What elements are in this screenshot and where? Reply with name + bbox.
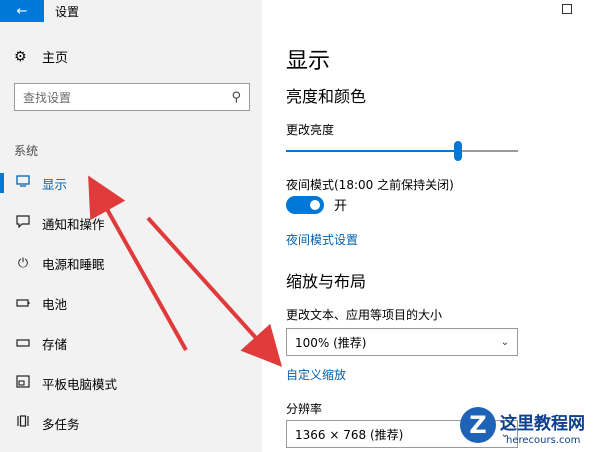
brightness-label: 更改亮度 <box>286 123 335 137</box>
search-input[interactable]: 查找设置 ⚲ <box>14 83 250 111</box>
message-icon <box>14 214 32 232</box>
sidebar-item-power[interactable]: ⏻ 电源和睡眠 <box>0 243 262 283</box>
sidebar-item-storage[interactable]: 存储 <box>0 323 262 363</box>
settings-sidebar: ← 设置 ⚙ 主页 查找设置 ⚲ 系统 显示 通知和操作 ⏻ 电源和睡眠 电池 … <box>0 0 262 452</box>
night-mode-settings-link[interactable]: 夜间模式设置 <box>286 231 358 248</box>
resolution-value: 1366 × 768 (推荐) <box>295 427 404 442</box>
multitask-icon <box>14 415 32 431</box>
sidebar-item-label: 平板电脑模式 <box>42 376 118 392</box>
slider-thumb[interactable] <box>453 141 462 161</box>
gear-icon: ⚙ <box>14 48 27 65</box>
back-button[interactable]: ← <box>0 0 44 22</box>
page-title: 显示 <box>286 49 331 74</box>
watermark-brand: 这里教程网 <box>500 414 585 434</box>
watermark-url: herecours.com <box>506 435 581 446</box>
sidebar-item-label: 电源和睡眠 <box>42 256 105 272</box>
slider-fill <box>286 150 458 152</box>
night-mode-label: 夜间模式(18:00 之前保持关闭) <box>286 178 454 192</box>
maximize-button[interactable] <box>562 3 572 17</box>
tablet-mode-icon <box>14 374 32 392</box>
scale-value: 100% (推荐) <box>295 335 367 350</box>
sidebar-item-label: 电池 <box>42 296 68 312</box>
window-title: 设置 <box>55 5 80 19</box>
sidebar-item-multitasking[interactable]: 多任务 <box>0 403 262 443</box>
section-heading-scale: 缩放与布局 <box>286 272 367 291</box>
home-link[interactable]: ⚙ 主页 <box>14 47 69 67</box>
home-label: 主页 <box>42 51 69 66</box>
sidebar-item-notifications[interactable]: 通知和操作 <box>0 203 262 243</box>
toggle-state-label: 开 <box>334 199 348 214</box>
sidebar-item-label: 通知和操作 <box>42 216 105 232</box>
arrow-left-icon: ← <box>16 3 28 19</box>
sidebar-item-label: 显示 <box>42 176 68 192</box>
resolution-label: 分辨率 <box>286 402 323 416</box>
power-icon: ⏻ <box>17 255 29 271</box>
sidebar-item-label: 多任务 <box>42 416 80 432</box>
sidebar-item-display[interactable]: 显示 <box>0 163 262 203</box>
watermark-logo-icon: Z <box>460 407 496 443</box>
square-icon <box>562 4 572 14</box>
search-placeholder: 查找设置 <box>23 90 72 105</box>
site-watermark: Z 这里教程网 herecours.com <box>448 405 600 452</box>
night-mode-toggle[interactable] <box>286 195 324 214</box>
search-icon[interactable]: ⚲ <box>231 90 241 105</box>
sidebar-nav: 显示 通知和操作 ⏻ 电源和睡眠 电池 存储 平板电脑模式 多任务 <box>0 163 262 443</box>
custom-scale-link[interactable]: 自定义缩放 <box>286 366 346 383</box>
scale-label: 更改文本、应用等项目的大小 <box>286 308 443 322</box>
sidebar-item-tablet-mode[interactable]: 平板电脑模式 <box>0 363 262 403</box>
brightness-slider[interactable] <box>286 141 518 161</box>
drive-icon <box>14 336 32 351</box>
battery-icon <box>14 296 32 311</box>
toggle-knob <box>310 199 320 210</box>
sidebar-item-battery[interactable]: 电池 <box>0 283 262 323</box>
display-settings-pane: 显示 亮度和颜色 更改亮度 夜间模式(18:00 之前保持关闭) 开 夜间模式设… <box>262 0 600 452</box>
section-heading-brightness: 亮度和颜色 <box>286 87 367 106</box>
title-bar: ← 设置 <box>0 0 262 22</box>
monitor-icon <box>14 175 32 191</box>
scale-dropdown[interactable]: 100% (推荐) ⌄ <box>286 328 518 356</box>
chevron-down-icon: ⌄ <box>500 336 509 348</box>
night-mode-toggle-row: 开 <box>286 195 347 214</box>
section-label-system: 系统 <box>14 144 39 158</box>
sidebar-item-label: 存储 <box>42 336 68 352</box>
